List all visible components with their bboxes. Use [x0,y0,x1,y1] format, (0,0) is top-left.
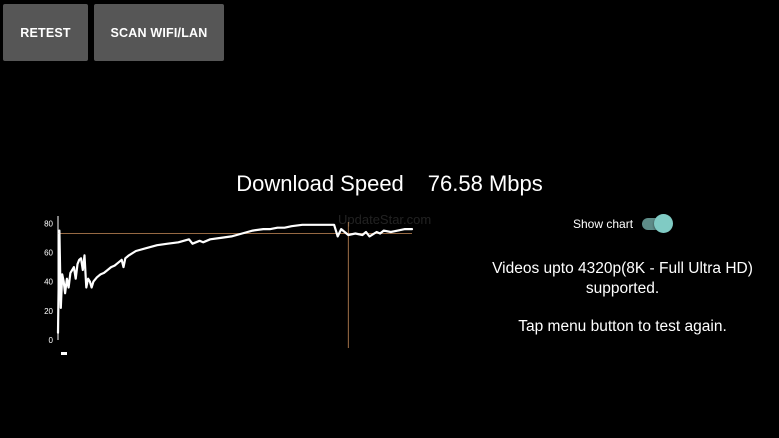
show-chart-switch[interactable] [642,214,674,234]
video-support-text: Videos upto 4320p(8K - Full Ultra HD) su… [492,260,753,297]
y-tick-label: 80 [44,219,53,228]
y-tick-label: 20 [44,307,53,316]
speed-series-line [56,223,414,334]
scan-wifi-lan-button[interactable]: SCAN WIFI/LAN [94,4,224,61]
y-tick-label: 60 [44,248,53,257]
y-tick-label: 0 [49,336,54,345]
show-chart-toggle-row: Show chart [573,214,674,234]
show-chart-label: Show chart [573,217,634,231]
download-speed-value: 76.58 Mbps [427,171,543,196]
download-speed-readout: Download Speed 76.58 Mbps [0,171,779,197]
retest-hint-text: Tap menu button to test again. [518,318,727,335]
y-tick-label: 40 [44,278,53,287]
switch-thumb [654,214,674,233]
retest-button[interactable]: RETEST [3,4,88,61]
speed-chart: 80 60 40 20 0 [44,216,414,355]
download-speed-label: Download Speed [236,171,404,196]
watermark-text: UpdateStar.com [338,212,432,227]
progress-indicator [61,352,67,355]
